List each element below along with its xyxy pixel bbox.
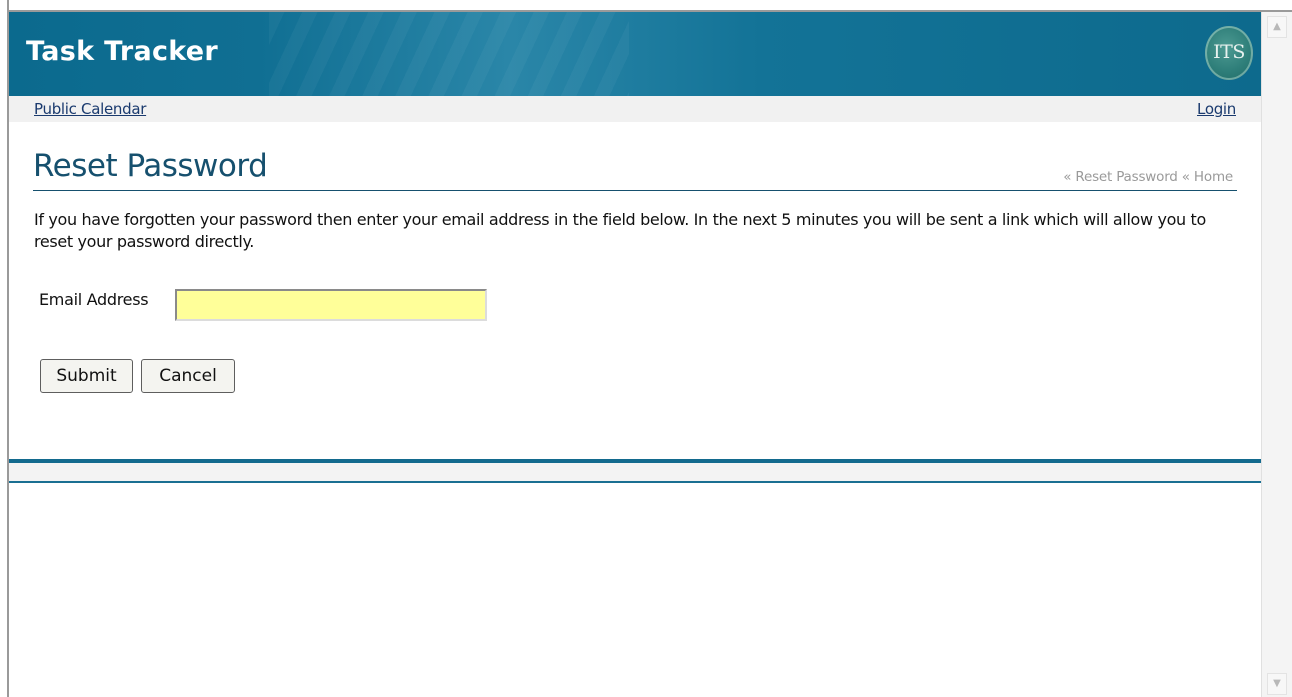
page-title: Reset Password — [33, 148, 268, 184]
submit-button[interactable]: Submit — [40, 359, 133, 393]
email-label: Email Address — [39, 290, 149, 309]
cancel-button[interactable]: Cancel — [141, 359, 235, 393]
email-field[interactable] — [175, 289, 487, 321]
breadcrumb: « Reset Password « Home — [1063, 169, 1233, 185]
chevron-up-icon[interactable]: ▲ — [1267, 16, 1287, 38]
instructions-text: If you have forgotten your password then… — [34, 210, 1206, 251]
window-frame-top — [0, 0, 1292, 12]
vertical-scrollbar[interactable]: ▲ ▼ — [1261, 12, 1292, 697]
nav-bar: Public Calendar Login — [9, 96, 1261, 122]
logo-text: ITS — [1213, 41, 1245, 63]
app-title: Task Tracker — [26, 36, 219, 67]
footer-divider — [9, 481, 1261, 483]
chevron-down-icon[interactable]: ▼ — [1267, 673, 1287, 695]
breadcrumb-reset-password[interactable]: « Reset Password — [1063, 169, 1178, 185]
login-link[interactable]: Login — [1197, 100, 1236, 118]
its-logo: ITS — [1205, 26, 1253, 80]
app-header: Task Tracker ITS — [9, 12, 1261, 96]
window-frame-left — [0, 0, 9, 697]
title-divider — [33, 190, 1237, 191]
page-viewport: Task Tracker ITS Public Calendar Login R… — [9, 12, 1261, 697]
public-calendar-link[interactable]: Public Calendar — [34, 100, 146, 118]
breadcrumb-home[interactable]: « Home — [1182, 169, 1233, 185]
footer-strip — [9, 463, 1261, 481]
